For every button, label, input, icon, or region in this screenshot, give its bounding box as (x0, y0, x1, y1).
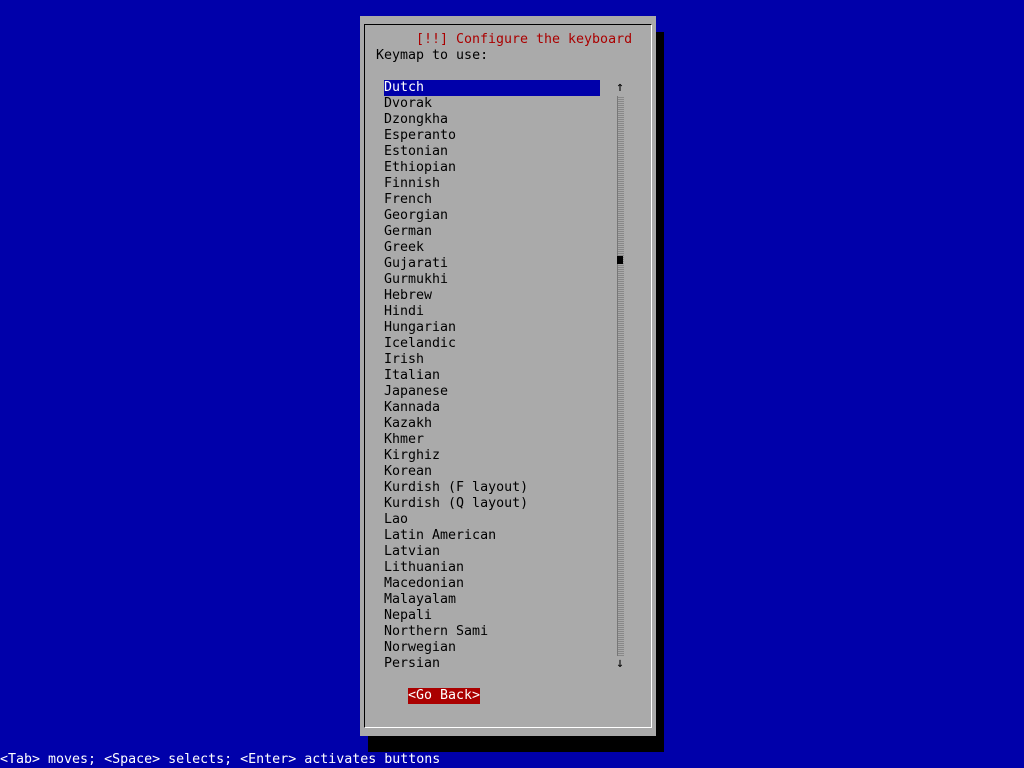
keymap-item[interactable]: Italian (384, 368, 600, 384)
keymap-item[interactable]: Korean (384, 464, 600, 480)
keymap-item[interactable]: Finnish (384, 176, 600, 192)
keymap-list[interactable]: Dutch Dvorak Dzongkha Esperanto Estonian Ethi… (384, 80, 600, 672)
dialog-title-text: [!!] Configure the keyboard (411, 32, 637, 48)
keymap-item[interactable]: Lithuanian (384, 560, 600, 576)
keymap-item[interactable]: Nepali (384, 608, 600, 624)
keymap-item[interactable]: Japanese (384, 384, 600, 400)
keymap-item-selected[interactable]: Dutch (384, 80, 600, 96)
keymap-item[interactable]: Georgian (384, 208, 600, 224)
keymap-item[interactable]: Esperanto (384, 128, 600, 144)
keymap-item[interactable]: Dzongkha (384, 112, 600, 128)
keymap-item[interactable]: Kannada (384, 400, 600, 416)
key-help-status-line: <Tab> moves; <Space> selects; <Enter> ac… (0, 752, 441, 767)
scroll-thumb[interactable] (617, 256, 623, 265)
keymap-item[interactable]: Latvian (384, 544, 600, 560)
scroll-up-arrow-icon[interactable]: ↑ (616, 80, 624, 96)
keymap-item[interactable]: Hebrew (384, 288, 600, 304)
keymap-item[interactable]: Gurmukhi (384, 272, 600, 288)
keymap-item[interactable]: Ethiopian (384, 160, 600, 176)
keymap-item[interactable]: German (384, 224, 600, 240)
keymap-item[interactable]: Dvorak (384, 96, 600, 112)
go-back-button[interactable]: <Go Back> (408, 688, 481, 704)
keymap-item[interactable]: Malayalam (384, 592, 600, 608)
keymap-item[interactable]: Kurdish (F layout) (384, 480, 600, 496)
keymap-item[interactable]: Hindi (384, 304, 600, 320)
keymap-item[interactable]: Greek (384, 240, 600, 256)
keymap-item[interactable]: Khmer (384, 432, 600, 448)
keymap-item[interactable]: Gujarati (384, 256, 600, 272)
scroll-down-arrow-icon[interactable]: ↓ (616, 656, 624, 672)
keymap-item[interactable]: Persian (384, 656, 600, 672)
keymap-item[interactable]: Kurdish (Q layout) (384, 496, 600, 512)
keymap-item[interactable]: Hungarian (384, 320, 600, 336)
keymap-item[interactable]: Kazakh (384, 416, 600, 432)
keymap-item[interactable]: Macedonian (384, 576, 600, 592)
scroll-track[interactable] (617, 96, 624, 656)
keymap-item[interactable]: Northern Sami (384, 624, 600, 640)
keymap-item[interactable]: French (384, 192, 600, 208)
keymap-scrollbar[interactable]: ↑ ↓ (616, 80, 624, 672)
keymap-item[interactable]: Norwegian (384, 640, 600, 656)
keyboard-config-dialog: [!!] Configure the keyboard Keymap to us… (360, 16, 656, 736)
keymap-prompt: Keymap to use: (376, 48, 489, 63)
keymap-item[interactable]: Icelandic (384, 336, 600, 352)
keymap-item[interactable]: Kirghiz (384, 448, 600, 464)
keymap-item[interactable]: Estonian (384, 144, 600, 160)
keymap-item[interactable]: Lao (384, 512, 600, 528)
keymap-item[interactable]: Irish (384, 352, 600, 368)
keymap-item[interactable]: Latin American (384, 528, 600, 544)
